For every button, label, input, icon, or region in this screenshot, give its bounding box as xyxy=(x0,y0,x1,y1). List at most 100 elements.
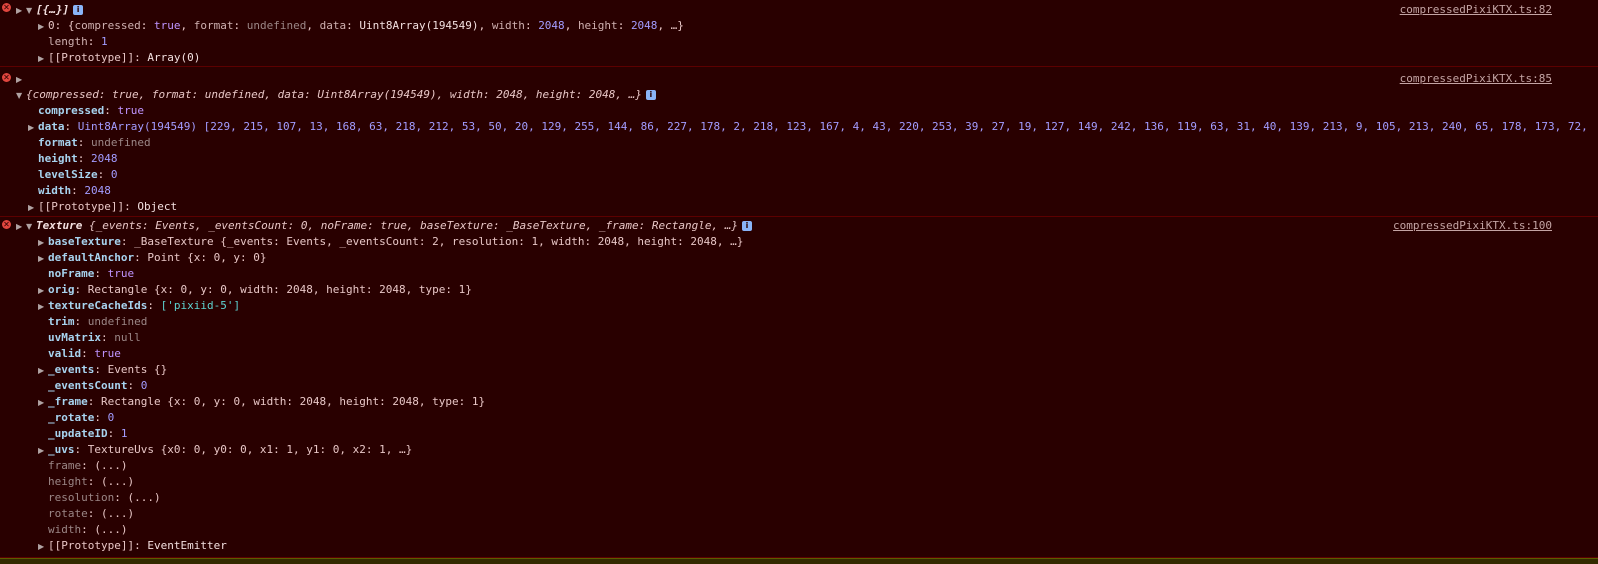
row-key: noFrame xyxy=(48,267,95,280)
triangle-down-icon[interactable]: ▼ xyxy=(16,88,26,104)
row-key: baseTexture xyxy=(48,235,121,248)
row-value: 2048 xyxy=(84,184,111,197)
row-value: _BaseTexture {_events: Events, _eventsCo… xyxy=(134,235,744,248)
triangle-right-icon[interactable]: ▶ xyxy=(38,299,48,315)
row-value: 0 xyxy=(110,168,118,181)
tree-row-format: format: undefined xyxy=(38,136,151,149)
triangle-right-icon[interactable]: ▶ xyxy=(38,539,48,555)
row-value: true xyxy=(117,104,144,117)
row-key: _events xyxy=(48,363,95,376)
triangle-right-icon[interactable]: ▶ xyxy=(38,251,48,267)
row-key: length xyxy=(48,35,88,48)
triangle-down-icon[interactable]: ▼ xyxy=(26,219,36,235)
triangle-right-icon[interactable]: ▶ xyxy=(38,443,48,459)
tree-row-basetexture[interactable]: ▶ baseTexture: _BaseTexture {_events: Eve… xyxy=(38,234,743,250)
row-key: _rotate xyxy=(48,411,95,424)
row-key: _uvs xyxy=(48,443,75,456)
tree-row-prototype[interactable]: ▶ [[Prototype]]: Object xyxy=(28,199,177,215)
triangle-right-icon[interactable]: ▶ xyxy=(38,395,48,411)
row-value: Rectangle {x: 0, y: 0, width: 2048, heig… xyxy=(87,283,472,296)
triangle-right-icon[interactable]: ▶ xyxy=(38,283,48,299)
row-value[interactable]: (...) xyxy=(94,523,127,536)
tree-row-frame-getter[interactable]: frame: (...) xyxy=(48,458,128,474)
console-error-message: ✕ ▶ ▼ [{…}] i compressedPixiKTX.ts:82 ▶ 0: {… xyxy=(0,0,1598,67)
tree-row-prototype[interactable]: ▶ [[Prototype]]: Array(0) xyxy=(38,50,200,66)
row-key: levelSize xyxy=(38,168,98,181)
row-value: Rectangle {x: 0, y: 0, width: 2048, heig… xyxy=(101,395,486,408)
source-link[interactable]: compressedPixiKTX.ts:82 xyxy=(1400,2,1552,18)
row-key: valid xyxy=(48,347,82,360)
row-key: orig xyxy=(48,283,75,296)
object-summary: {_events: Events, _eventsCount: 0, noFra… xyxy=(88,219,738,232)
row-key: _eventsCount xyxy=(48,379,128,392)
info-badge-icon[interactable]: i xyxy=(742,221,752,231)
tree-row-width: width: 2048 xyxy=(38,184,111,197)
tree-row-eventscount: _eventsCount: 0 xyxy=(48,379,148,392)
message-summary-row[interactable]: ▼ {compressed: true, format: undefined, d… xyxy=(16,87,656,103)
info-badge-icon[interactable]: i xyxy=(73,5,84,15)
source-link[interactable]: compressedPixiKTX.ts:100 xyxy=(1393,218,1552,234)
triangle-right-icon[interactable]: ▶ xyxy=(16,219,26,235)
row-key: 0 xyxy=(48,19,55,32)
triangle-right-icon[interactable]: ▶ xyxy=(38,19,48,35)
tree-row-valid: valid: true xyxy=(48,347,121,360)
row-value[interactable]: (...) xyxy=(94,459,127,472)
object-summary: {compressed: true, format: undefined, da… xyxy=(26,88,642,101)
tree-row-0[interactable]: ▶ 0: {compressed: true, format: undefined… xyxy=(38,18,684,34)
tree-row-defaultanchor[interactable]: ▶ defaultAnchor: Point {x: 0, y: 0} xyxy=(38,250,267,266)
row-key: [[Prototype]] xyxy=(38,200,125,213)
triangle-right-icon[interactable]: ▶ xyxy=(28,200,38,216)
row-key: textureCacheIds xyxy=(48,299,148,312)
message-prefix-row[interactable]: ▶ xyxy=(16,71,26,87)
array-summary: [{…}] xyxy=(36,3,70,16)
tree-row-events[interactable]: ▶ _events: Events {} xyxy=(38,362,167,378)
row-value: TextureUvs {x0: 0, y0: 0, x1: 1, y1: 0, … xyxy=(87,443,413,456)
triangle-right-icon[interactable]: ▶ xyxy=(28,120,38,136)
tree-row-height: height: 2048 xyxy=(38,152,118,165)
tree-row-width-getter[interactable]: width: (...) xyxy=(48,522,128,538)
message-summary-row[interactable]: ▶ ▼ Texture {_events: Events, _eventsCount… xyxy=(16,218,752,234)
row-value: EventEmitter xyxy=(147,539,227,552)
tree-row-resolution-getter[interactable]: resolution: (...) xyxy=(48,490,161,506)
row-key: frame xyxy=(48,459,82,472)
message-summary-row[interactable]: ▶ ▼ [{…}] i xyxy=(16,2,84,19)
tree-row-orig[interactable]: ▶ orig: Rectangle {x: 0, y: 0, width: 204… xyxy=(38,282,472,298)
row-value: null xyxy=(114,331,141,344)
tree-row-height-getter[interactable]: height: (...) xyxy=(48,474,134,490)
row-key: width xyxy=(38,184,72,197)
row-key: _updateID xyxy=(48,427,108,440)
triangle-right-icon[interactable]: ▶ xyxy=(16,72,26,88)
row-value[interactable]: (...) xyxy=(127,491,160,504)
tree-row-rotate-private: _rotate: 0 xyxy=(48,411,115,424)
tree-row-compressed: compressed: true xyxy=(38,104,144,117)
row-value: undefined xyxy=(91,136,151,149)
row-value[interactable]: (...) xyxy=(101,507,134,520)
row-value: Object xyxy=(137,200,178,213)
tree-row-uvs[interactable]: ▶ _uvs: TextureUvs {x0: 0, y0: 0, x1: 1, … xyxy=(38,442,412,458)
error-circle-icon: ✕ xyxy=(2,73,11,82)
row-value: ['pixiid-5'] xyxy=(160,299,241,312)
tree-row-trim: trim: undefined xyxy=(48,315,148,328)
row-value: true xyxy=(107,267,135,280)
triangle-down-icon[interactable]: ▼ xyxy=(26,3,36,19)
devtools-console: ✕ ▶ ▼ [{…}] i compressedPixiKTX.ts:82 ▶ 0: {… xyxy=(0,0,1598,564)
row-value: Uint8Array(194549) [229, 215, 107, 13, 1… xyxy=(77,120,1588,133)
console-error-message: ✕ ▶ ▼ Texture {_events: Events, _eventsCou… xyxy=(0,217,1598,558)
row-value[interactable]: (...) xyxy=(101,475,134,488)
triangle-right-icon[interactable]: ▶ xyxy=(38,51,48,67)
triangle-right-icon[interactable]: ▶ xyxy=(16,3,26,19)
tree-row-data[interactable]: ▶ data: Uint8Array(194549) [229, 215, 107… xyxy=(28,119,1588,135)
console-bottom-divider xyxy=(0,558,1598,564)
row-key: trim xyxy=(48,315,75,328)
triangle-right-icon[interactable]: ▶ xyxy=(38,235,48,251)
source-link[interactable]: compressedPixiKTX.ts:85 xyxy=(1400,71,1552,87)
error-circle-icon: ✕ xyxy=(2,3,11,12)
tree-row-frame-private[interactable]: ▶ _frame: Rectangle {x: 0, y: 0, width: 2… xyxy=(38,394,485,410)
tree-row-uvmatrix: uvMatrix: null xyxy=(48,331,141,344)
tree-row-prototype[interactable]: ▶ [[Prototype]]: EventEmitter xyxy=(38,538,227,554)
tree-row-texturecacheids[interactable]: ▶ textureCacheIds: ['pixiid-5'] xyxy=(38,298,240,314)
triangle-right-icon[interactable]: ▶ xyxy=(38,363,48,379)
info-badge-icon[interactable]: i xyxy=(645,90,656,100)
tree-row-rotate-getter[interactable]: rotate: (...) xyxy=(48,506,134,522)
row-key: defaultAnchor xyxy=(48,251,135,264)
